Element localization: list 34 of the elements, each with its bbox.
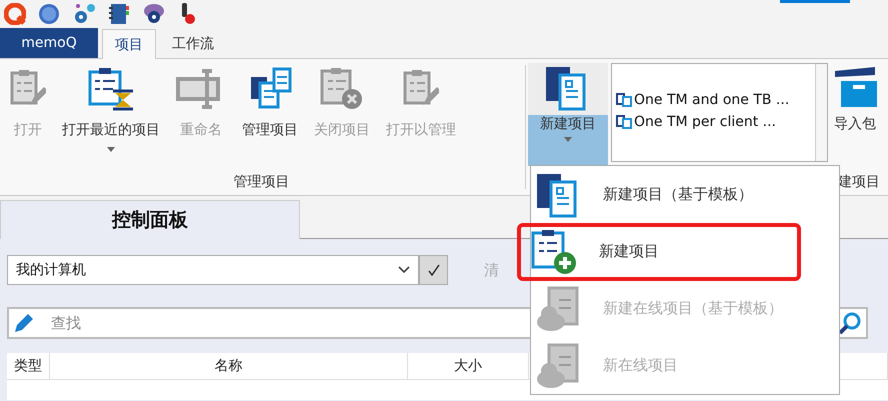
import-package-button[interactable]: 导入包 [831, 63, 879, 166]
caret-icon [107, 147, 115, 152]
template-item[interactable]: One TM and one TB ... [616, 92, 815, 108]
clipboard-hourglass-icon [87, 67, 135, 111]
ribbon-button[interactable]: 打开最近的项目 [60, 63, 162, 154]
group-label: 管理项目 [234, 173, 290, 191]
column-header[interactable]: 大小 [408, 353, 529, 379]
location-dropdown[interactable]: 我的计算机 [7, 255, 419, 285]
title-bar-strip [780, 0, 850, 3]
ribbon-button[interactable]: 管理项目 [240, 63, 300, 154]
app-menu-tab[interactable]: memoQ [0, 28, 98, 58]
check-icon [428, 264, 440, 276]
clipboard-x-icon [320, 67, 364, 111]
template-icon [616, 114, 632, 128]
menu-item[interactable]: 新建项目（基于模板） [531, 168, 839, 222]
check-button[interactable] [419, 255, 448, 285]
search-icon[interactable] [838, 311, 862, 335]
clipboards-icon [248, 67, 292, 111]
template-icon [616, 92, 632, 106]
pencil-icon [13, 312, 35, 334]
caret-icon [564, 137, 572, 142]
panel-tab[interactable]: 控制面板 [0, 200, 300, 239]
menu-item[interactable]: 新建项目 [519, 224, 799, 278]
logo-icon[interactable] [4, 3, 26, 25]
column-header[interactable]: 名称 [50, 353, 408, 379]
cloud-gear-icon[interactable] [142, 3, 166, 25]
scrollbar[interactable] [815, 64, 827, 161]
notebook-icon[interactable] [108, 3, 130, 25]
template-item[interactable]: One TM per client ... [616, 114, 815, 130]
chevron-icon [398, 266, 410, 274]
ribbon-tab[interactable]: 工作流 [160, 30, 226, 58]
new-project-button[interactable]: 新建项目 [528, 63, 608, 166]
ribbon-tab[interactable]: 项目 [102, 29, 156, 59]
column-header[interactable]: 类型 [7, 353, 50, 379]
